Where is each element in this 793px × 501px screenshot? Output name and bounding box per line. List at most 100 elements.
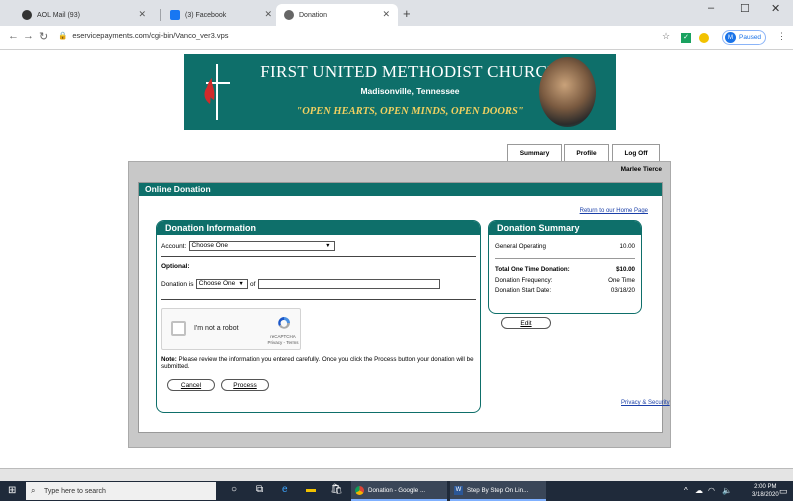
close-icon[interactable]: ✕ bbox=[264, 9, 272, 20]
taskbar-search-input[interactable]: ⌕ Type here to search bbox=[26, 482, 216, 500]
captcha-label: I'm not a robot bbox=[194, 325, 239, 332]
captcha-checkbox[interactable] bbox=[171, 321, 186, 336]
tab-label: AOL Mail (93) bbox=[37, 11, 80, 19]
donation-info-panel: Donation Information Account: Choose One… bbox=[156, 220, 481, 413]
frequency-value: One Time bbox=[608, 277, 635, 284]
note-text: Please review the information you entere… bbox=[161, 356, 474, 370]
tab-donation[interactable]: Donation ✕ bbox=[276, 4, 398, 26]
taskbar-app-label: Donation - Google ... bbox=[368, 486, 426, 494]
chevron-down-icon: ▼ bbox=[238, 281, 244, 287]
search-placeholder: Type here to search bbox=[44, 487, 106, 495]
note-bold: Note: bbox=[161, 356, 177, 363]
close-window-icon[interactable]: ✕ bbox=[771, 2, 780, 15]
word-icon: W bbox=[454, 485, 463, 495]
taskbar-app-label: Step By Step On Lin... bbox=[467, 486, 529, 494]
aol-icon bbox=[22, 10, 32, 20]
tab-profile[interactable]: Profile bbox=[564, 144, 609, 161]
fund-label: General Operating bbox=[495, 243, 546, 250]
user-name: Marlee Tierce bbox=[620, 166, 662, 173]
recaptcha-widget: I'm not a robot reCAPTCHA Privacy - Term… bbox=[161, 308, 301, 350]
donation-amount-input[interactable] bbox=[257, 279, 440, 289]
cortana-icon[interactable]: ○ bbox=[231, 484, 237, 495]
url-text: eservicepayments.com/cgi-bin/Vanco_ver3.… bbox=[72, 31, 229, 40]
donation-info-title: Donation Information bbox=[157, 221, 480, 235]
of-label: of bbox=[250, 281, 256, 289]
forward-icon[interactable]: → bbox=[23, 30, 34, 42]
tab-facebook[interactable]: (3) Facebook ✕ bbox=[162, 4, 280, 26]
extension-icon[interactable] bbox=[699, 33, 709, 43]
optional-label: Optional: bbox=[161, 263, 190, 270]
close-icon[interactable]: ✕ bbox=[382, 9, 390, 20]
review-note: Note: Please review the information you … bbox=[161, 356, 476, 370]
cloud-icon[interactable]: ☁ bbox=[695, 486, 703, 495]
minimize-icon[interactable]: – bbox=[708, 2, 714, 14]
taskbar-chrome-donation[interactable]: Donation - Google ... bbox=[351, 481, 447, 501]
process-button[interactable]: Process bbox=[221, 379, 269, 391]
maximize-icon[interactable]: ☐ bbox=[740, 2, 750, 15]
total-row: Total One Time Donation: $10.00 bbox=[495, 266, 635, 273]
new-tab-button[interactable]: + bbox=[403, 6, 411, 21]
tab-logoff[interactable]: Log Off bbox=[612, 144, 660, 161]
taskbar-word-doc[interactable]: W Step By Step On Lin... bbox=[450, 481, 546, 501]
url-field[interactable]: 🔒 eservicepayments.com/cgi-bin/Vanco_ver3… bbox=[58, 31, 229, 40]
tab-label: (3) Facebook bbox=[185, 11, 227, 19]
donation-summary-panel: Donation Summary General Operating 10.00… bbox=[488, 220, 642, 314]
chevron-down-icon: ▼ bbox=[325, 243, 331, 249]
privacy-security-link[interactable]: Privacy & Security bbox=[621, 400, 670, 406]
browser-tab-bar: AOL Mail (93) ✕ (3) Facebook ✕ Donation … bbox=[0, 0, 793, 26]
close-icon[interactable]: ✕ bbox=[138, 9, 146, 20]
store-icon[interactable]: 🛍 bbox=[330, 484, 343, 495]
fund-amount: 10.00 bbox=[619, 243, 635, 250]
frequency-row: Donation Frequency: One Time bbox=[495, 277, 635, 284]
content-frame: Marlee Tierce Online Donation Return to … bbox=[128, 161, 671, 448]
windows-taskbar: ⊞ ⌕ Type here to search ○ ⧉ e ▬ 🛍 Donati… bbox=[0, 481, 793, 501]
lock-icon: 🔒 bbox=[58, 31, 68, 40]
frequency-label: Donation Frequency: bbox=[495, 277, 553, 284]
cancel-button[interactable]: Cancel bbox=[167, 379, 215, 391]
tray-chevron-icon[interactable]: ^ bbox=[684, 486, 688, 495]
chrome-icon bbox=[355, 485, 364, 495]
online-donation-section: Online Donation Return to our Home Page … bbox=[138, 182, 663, 433]
tab-summary[interactable]: Summary bbox=[507, 144, 562, 161]
volume-icon[interactable]: 🔈 bbox=[722, 486, 732, 495]
start-date-row: Donation Start Date: 03/18/20 bbox=[495, 287, 635, 294]
section-title: Online Donation bbox=[139, 183, 662, 196]
avatar: M bbox=[725, 32, 736, 43]
facebook-icon bbox=[170, 10, 180, 20]
edit-button[interactable]: Edit bbox=[501, 317, 551, 329]
task-view-icon[interactable]: ⧉ bbox=[256, 484, 263, 495]
taskbar-clock[interactable]: 2:00 PM 3/18/2020 bbox=[752, 483, 779, 499]
file-explorer-icon[interactable]: ▬ bbox=[306, 484, 316, 495]
window-bottom-strip bbox=[0, 468, 793, 481]
total-label: Total One Time Donation: bbox=[495, 266, 570, 273]
account-row: Account: Choose One ▼ bbox=[161, 241, 335, 251]
notifications-icon[interactable]: ▭ bbox=[779, 486, 788, 497]
start-date-label: Donation Start Date: bbox=[495, 287, 552, 294]
donation-is-label: Donation is bbox=[161, 281, 194, 289]
fund-row: General Operating 10.00 bbox=[495, 243, 635, 250]
address-bar: ← → ↻ 🔒 eservicepayments.com/cgi-bin/Vanc… bbox=[0, 26, 793, 50]
extension-check-icon[interactable]: ✓ bbox=[681, 33, 691, 43]
home-page-link[interactable]: Return to our Home Page bbox=[580, 208, 648, 214]
donation-type-select[interactable]: Choose One ▼ bbox=[195, 279, 248, 289]
tab-aol-mail[interactable]: AOL Mail (93) ✕ bbox=[14, 4, 154, 26]
menu-icon[interactable]: ⋮ bbox=[777, 31, 786, 42]
account-select-value: Choose One bbox=[191, 242, 229, 249]
profile-button[interactable]: M Paused bbox=[722, 30, 766, 45]
account-label: Account: bbox=[161, 243, 187, 251]
edge-icon[interactable]: e bbox=[282, 484, 288, 495]
globe-icon bbox=[284, 10, 294, 20]
start-date-value: 03/18/20 bbox=[610, 287, 635, 294]
account-select[interactable]: Choose One ▼ bbox=[188, 241, 335, 251]
star-icon[interactable]: ☆ bbox=[662, 31, 670, 42]
wifi-icon[interactable]: ◠ bbox=[708, 486, 715, 495]
back-icon[interactable]: ← bbox=[8, 30, 19, 42]
windows-start-icon[interactable]: ⊞ bbox=[8, 485, 16, 496]
total-amount: $10.00 bbox=[616, 266, 635, 273]
donation-type-row: Donation is Choose One ▼ of bbox=[161, 279, 440, 289]
recaptcha-icon bbox=[278, 317, 290, 329]
reload-icon[interactable]: ↻ bbox=[39, 30, 48, 43]
church-banner: FIRST UNITED METHODIST CHURCH Madisonvil… bbox=[184, 54, 616, 130]
church-photo bbox=[539, 57, 596, 127]
captcha-privacy-links[interactable]: Privacy - Terms bbox=[266, 340, 300, 346]
